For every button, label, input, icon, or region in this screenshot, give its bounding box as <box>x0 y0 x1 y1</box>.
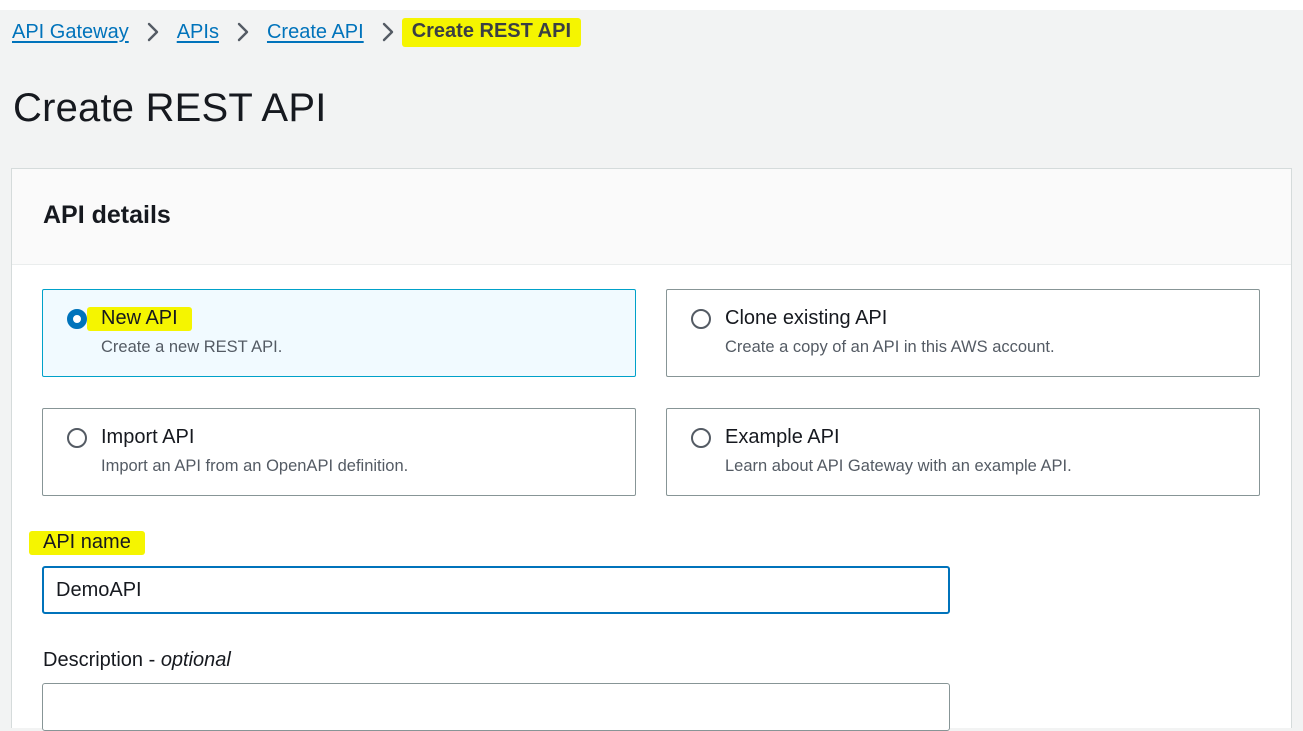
panel-header: API details <box>12 169 1291 265</box>
api-details-panel: API details New API Create a new REST AP… <box>11 168 1292 731</box>
description-input[interactable] <box>42 683 950 731</box>
radio-import-api[interactable] <box>67 428 87 448</box>
panel-title: API details <box>43 201 171 229</box>
radio-example-api[interactable] <box>691 428 711 448</box>
description-label: Description - optional <box>43 649 231 672</box>
import-api-description: Import an API from an OpenAPI definition… <box>101 457 409 475</box>
page-title: Create REST API <box>13 86 327 130</box>
api-name-input[interactable] <box>42 566 950 614</box>
import-api-label: Import API <box>101 426 195 448</box>
description-optional-text: optional <box>160 649 231 671</box>
breadcrumb-api-gateway[interactable]: API Gateway <box>12 21 129 44</box>
chevron-right-icon <box>129 21 177 43</box>
radio-clone-api[interactable] <box>691 309 711 329</box>
clone-api-option[interactable]: Clone existing API Create a copy of an A… <box>666 289 1260 377</box>
new-api-description: Create a new REST API. <box>101 338 283 356</box>
breadcrumb-create-api[interactable]: Create API <box>267 21 364 44</box>
chevron-right-icon <box>219 21 267 43</box>
description-label-text: Description - <box>43 649 161 671</box>
example-api-option[interactable]: Example API Learn about API Gateway with… <box>666 408 1260 496</box>
import-api-option[interactable]: Import API Import an API from an OpenAPI… <box>42 408 636 496</box>
new-api-option[interactable]: New API Create a new REST API. <box>42 289 636 377</box>
example-api-label: Example API <box>725 426 840 448</box>
clone-api-description: Create a copy of an API in this AWS acco… <box>725 338 1055 356</box>
api-name-label: API name <box>29 531 145 555</box>
breadcrumb-apis[interactable]: APIs <box>177 21 219 44</box>
top-strip <box>0 0 1303 10</box>
clone-api-label: Clone existing API <box>725 307 888 329</box>
new-api-label: New API <box>87 307 192 331</box>
example-api-description: Learn about API Gateway with an example … <box>725 457 1072 475</box>
breadcrumb: API Gateway APIs Create API Create REST … <box>12 16 581 48</box>
breadcrumb-current: Create REST API <box>401 17 581 47</box>
radio-new-api[interactable] <box>67 309 87 329</box>
